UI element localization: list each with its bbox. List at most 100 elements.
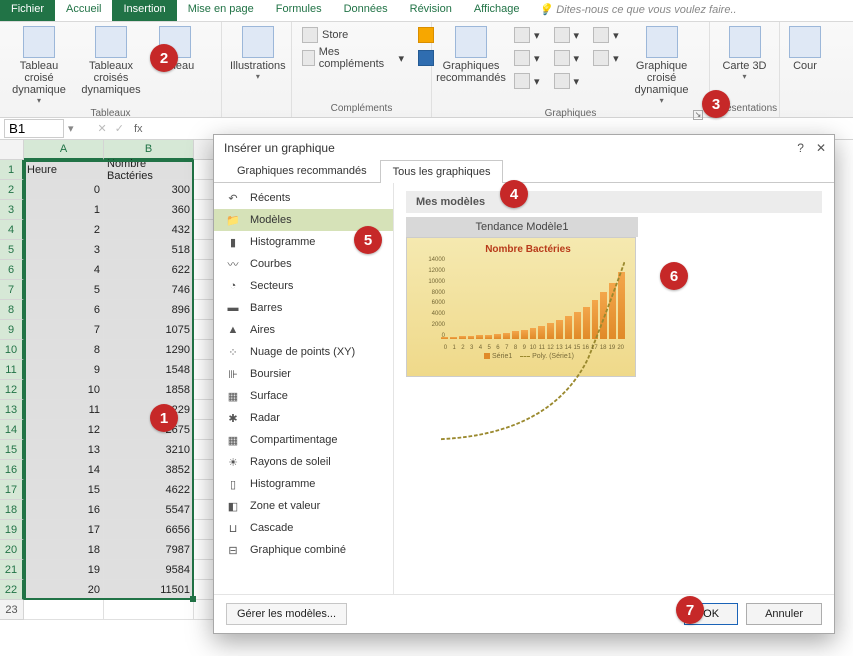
tab-insert[interactable]: Insertion: [112, 0, 176, 21]
cell[interactable]: 300: [104, 180, 194, 200]
recommended-pivots-button[interactable]: Tableaux croisés dynamiques: [78, 24, 144, 98]
cell[interactable]: 3852: [104, 460, 194, 480]
row-header[interactable]: 16: [0, 460, 24, 480]
select-all-corner[interactable]: [0, 140, 24, 160]
chart-type-item[interactable]: ⊟Graphique combiné: [214, 539, 393, 561]
dialog-titlebar[interactable]: Insérer un graphique ? ✕: [214, 135, 834, 159]
chart-type-item[interactable]: ▦Surface: [214, 385, 393, 407]
cell[interactable]: 5: [24, 280, 104, 300]
cell[interactable]: 14: [24, 460, 104, 480]
recommended-charts-button[interactable]: Graphiques recommandés: [438, 24, 504, 86]
sparkline-button[interactable]: Cour: [786, 24, 824, 74]
chart-type-item[interactable]: ⊪Boursier: [214, 363, 393, 385]
tab-all-charts[interactable]: Tous les graphiques: [380, 160, 504, 183]
cell[interactable]: 11: [24, 400, 104, 420]
cell[interactable]: 2675: [104, 420, 194, 440]
cell[interactable]: 20: [24, 580, 104, 600]
cell[interactable]: 6: [24, 300, 104, 320]
fx-icon[interactable]: fx: [128, 123, 149, 135]
chart-type-item[interactable]: ⊔Cascade: [214, 517, 393, 539]
cell[interactable]: 9: [24, 360, 104, 380]
row-header[interactable]: 5: [0, 240, 24, 260]
cell[interactable]: 19: [24, 560, 104, 580]
row-header[interactable]: 18: [0, 500, 24, 520]
namebox-dropdown-icon[interactable]: ▾: [68, 122, 74, 135]
row-header[interactable]: 7: [0, 280, 24, 300]
row-header[interactable]: 17: [0, 480, 24, 500]
cell[interactable]: 746: [104, 280, 194, 300]
my-addins-button[interactable]: Mes compléments ▾: [298, 47, 408, 69]
row-header[interactable]: 1: [0, 160, 24, 180]
row-header[interactable]: 10: [0, 340, 24, 360]
cell[interactable]: 12: [24, 420, 104, 440]
row-header[interactable]: 20: [0, 540, 24, 560]
cell[interactable]: 1: [24, 200, 104, 220]
cell[interactable]: 9584: [104, 560, 194, 580]
pivot-table-button[interactable]: Tableau croisé dynamique▾: [6, 24, 72, 107]
chart-type-item[interactable]: ⁘Nuage de points (XY): [214, 341, 393, 363]
bar-chart-button[interactable]: ▾: [510, 24, 544, 46]
row-header[interactable]: 9: [0, 320, 24, 340]
tab-layout[interactable]: Mise en page: [177, 0, 265, 21]
row-header[interactable]: 2: [0, 180, 24, 200]
tab-view[interactable]: Affichage: [463, 0, 531, 21]
tab-data[interactable]: Données: [333, 0, 399, 21]
cell[interactable]: 1290: [104, 340, 194, 360]
combo-chart-button[interactable]: ▾: [589, 47, 623, 69]
tab-file[interactable]: Fichier: [0, 0, 55, 21]
cell[interactable]: 10: [24, 380, 104, 400]
cell[interactable]: 3: [24, 240, 104, 260]
enter-icon[interactable]: ✓: [111, 122, 128, 135]
cell[interactable]: 432: [104, 220, 194, 240]
stat-chart-button[interactable]: ▾: [550, 47, 584, 69]
tab-home[interactable]: Accueil: [55, 0, 112, 21]
row-header[interactable]: 4: [0, 220, 24, 240]
row-header[interactable]: 23: [0, 600, 24, 620]
pie-chart-button[interactable]: ▾: [589, 24, 623, 46]
chart-type-item[interactable]: ▦Compartimentage: [214, 429, 393, 451]
row-header[interactable]: 14: [0, 420, 24, 440]
close-icon[interactable]: ✕: [816, 141, 826, 155]
row-header[interactable]: 3: [0, 200, 24, 220]
illustrations-button[interactable]: Illustrations▾: [228, 24, 288, 83]
cancel-icon[interactable]: ✕: [94, 122, 111, 135]
cell[interactable]: 1075: [104, 320, 194, 340]
chart-type-item[interactable]: ▲Aires: [214, 319, 393, 341]
help-icon[interactable]: ?: [797, 141, 804, 155]
tell-me[interactable]: 💡Dites-nous ce que vous voulez faire..: [530, 0, 744, 21]
row-header[interactable]: 15: [0, 440, 24, 460]
cell[interactable]: 2: [24, 220, 104, 240]
cell[interactable]: Nombre Bactéries: [104, 160, 194, 180]
cell[interactable]: 0: [24, 180, 104, 200]
row-header[interactable]: 19: [0, 520, 24, 540]
cell[interactable]: 1548: [104, 360, 194, 380]
cell[interactable]: 622: [104, 260, 194, 280]
3d-map-button[interactable]: Carte 3D▾: [716, 24, 773, 83]
chart-type-item[interactable]: ↶Récents: [214, 187, 393, 209]
cancel-button[interactable]: Annuler: [746, 603, 822, 625]
fill-handle[interactable]: [190, 596, 196, 602]
line-chart-button[interactable]: ▾: [550, 24, 584, 46]
cell[interactable]: Heure: [24, 160, 104, 180]
tab-recommended-charts[interactable]: Graphiques recommandés: [224, 159, 380, 182]
cell[interactable]: 17: [24, 520, 104, 540]
row-header[interactable]: 8: [0, 300, 24, 320]
cell[interactable]: 4622: [104, 480, 194, 500]
col-header-a[interactable]: A: [24, 140, 104, 160]
hierarchy-chart-button[interactable]: ▾: [510, 47, 544, 69]
cell[interactable]: 7987: [104, 540, 194, 560]
cell[interactable]: 518: [104, 240, 194, 260]
row-header[interactable]: 6: [0, 260, 24, 280]
cell[interactable]: 15: [24, 480, 104, 500]
cell[interactable]: 7: [24, 320, 104, 340]
chart-type-item[interactable]: ✱Radar: [214, 407, 393, 429]
cell[interactable]: 1858: [104, 380, 194, 400]
tab-formulas[interactable]: Formules: [265, 0, 333, 21]
row-header[interactable]: 11: [0, 360, 24, 380]
cell[interactable]: 896: [104, 300, 194, 320]
cell[interactable]: 360: [104, 200, 194, 220]
dialog-launcher-icon[interactable]: ↘: [693, 110, 703, 120]
cell[interactable]: 18: [24, 540, 104, 560]
chart-type-item[interactable]: ▬Barres: [214, 297, 393, 319]
chart-type-item[interactable]: ◧Zone et valeur: [214, 495, 393, 517]
